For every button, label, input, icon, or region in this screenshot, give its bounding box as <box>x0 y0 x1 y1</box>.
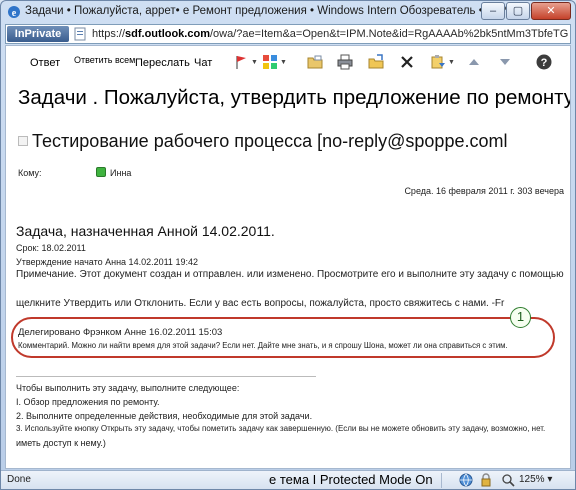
due-date: Срок: 18.02.2011 <box>16 243 86 253</box>
zoom-level[interactable]: 125% ▾ <box>519 474 552 485</box>
url-text[interactable]: https://sdf.outlook.com/owa/?ae=Item&a=O… <box>92 28 568 40</box>
forward-button[interactable]: Переслать <box>135 57 190 69</box>
to-label: Кому: <box>18 168 42 178</box>
categorize-icon[interactable] <box>262 54 278 70</box>
chat-button[interactable]: Чат <box>194 57 212 69</box>
status-text: Done <box>7 474 31 485</box>
globe-icon <box>459 473 473 487</box>
step-3-continued: иметь доступ к нему.) <box>16 438 106 448</box>
reply-button[interactable]: Ответ <box>30 57 60 69</box>
minimize-button[interactable]: – <box>481 2 505 20</box>
zoom-dropdown-icon: ▾ <box>547 474 553 485</box>
step-2: 2. Выполните определенные действия, необ… <box>16 411 313 421</box>
svg-text:?: ? <box>541 57 548 69</box>
approval-started: Утверждение начато Анна 14.02.2011 19:42 <box>16 257 198 267</box>
callout-number: 1 <box>510 307 531 328</box>
sender-name[interactable]: Тестирование рабочего процесса [no-reply… <box>32 131 507 152</box>
title-bar: e Задачи • Пожалуйста, аррет• е Ремонт п… <box>1 1 575 23</box>
close-button[interactable]: ✕ <box>531 2 571 20</box>
address-bar[interactable]: InPrivate https://sdf.outlook.com/owa/?a… <box>5 24 571 44</box>
security-zone[interactable]: е тема I Protected Mode On <box>269 472 433 487</box>
message-toolbar: Ответ Ответить всем Переслать Чат ▼ ▼ ▼ … <box>6 46 570 78</box>
svg-text:e: e <box>12 8 17 19</box>
print-icon[interactable] <box>337 54 353 70</box>
page-icon <box>74 27 86 41</box>
url-host: sdf.outlook.com <box>125 28 210 40</box>
step-1: I. Обзор предложения по ремонту. <box>16 397 160 407</box>
zoom-icon[interactable] <box>501 473 515 487</box>
move-to-folder-icon[interactable] <box>307 54 323 70</box>
flag-icon[interactable] <box>233 54 249 70</box>
note-line-2: щелкните Утвердить или Отклонить. Если у… <box>16 298 505 309</box>
sender-checkbox <box>18 136 28 146</box>
open-item-icon[interactable] <box>368 54 384 70</box>
window-title: Задачи • Пожалуйста, аррет• е Ремонт пре… <box>25 5 534 17</box>
page-content: Ответ Ответить всем Переслать Чат ▼ ▼ ▼ … <box>5 45 571 469</box>
url-path: /owa/?ae=Item&a=Open&t=IPM.Note&id=RgAAA… <box>209 28 568 40</box>
flag-dropdown-icon[interactable]: ▼ <box>251 59 258 66</box>
url-prefix: https:// <box>92 28 126 40</box>
previous-item-icon[interactable] <box>466 54 482 70</box>
categorize-dropdown-icon[interactable]: ▼ <box>280 59 287 66</box>
status-bar: Done е тема I Protected Mode On 125% ▾ <box>1 470 575 489</box>
help-icon[interactable]: ? <box>536 54 552 70</box>
task-heading: Задача, назначенная Анной 14.02.2011. <box>16 223 275 239</box>
delegation-comment: Комментарий. Можно ли найти время для эт… <box>18 341 508 350</box>
ie-icon: e <box>8 6 20 19</box>
note-line-1: Примечание. Этот документ создан и отпра… <box>16 269 564 280</box>
reply-all-button[interactable]: Ответить всем <box>74 55 135 65</box>
rules-dropdown-icon[interactable]: ▼ <box>448 59 455 66</box>
divider <box>16 376 316 377</box>
inprivate-badge[interactable]: InPrivate <box>7 26 69 42</box>
message-subject: Задачи . Пожалуйста, утвердить предложен… <box>18 86 571 109</box>
presence-icon <box>96 167 106 177</box>
window-controls: – ▢ ✕ <box>481 2 571 20</box>
browser-window: e Задачи • Пожалуйста, аррет• е Ремонт п… <box>0 0 576 490</box>
recipient-name[interactable]: Инна <box>110 168 131 178</box>
delete-icon[interactable] <box>399 54 415 70</box>
rules-icon[interactable] <box>430 54 446 70</box>
zoom-value: 125% <box>519 474 545 485</box>
sent-date: Среда. 16 февраля 2011 г. 303 вечера <box>404 186 564 196</box>
maximize-button[interactable]: ▢ <box>506 2 530 20</box>
delegated-line: Делегировано Фрэнком Анне 16.02.2011 15:… <box>18 327 223 338</box>
lock-icon <box>481 473 491 487</box>
step-3: 3. Используйте кнопку Открыть эту задачу… <box>16 424 546 433</box>
next-item-icon[interactable] <box>497 54 513 70</box>
steps-intro: Чтобы выполнить эту задачу, выполните сл… <box>16 383 240 393</box>
status-separator <box>441 473 442 488</box>
